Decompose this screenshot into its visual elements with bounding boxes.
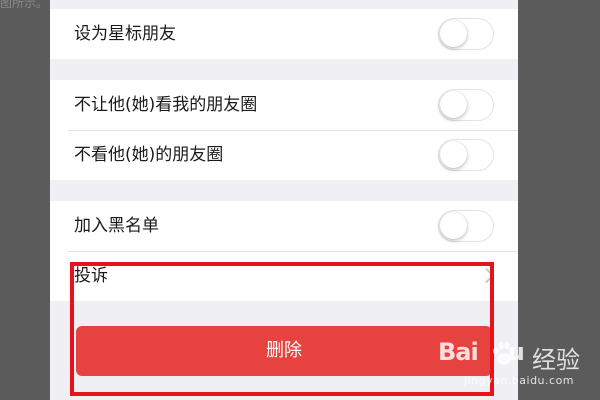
star-friend-toggle[interactable] bbox=[438, 18, 494, 50]
settings-row-hide-their-moments[interactable]: 不看他(她)的朋友圈 bbox=[50, 130, 518, 180]
baidu-jingyan-watermark: Bai u 经验 jingyan.baidu.com bbox=[438, 334, 594, 388]
paw-icon bbox=[493, 342, 515, 365]
blacklist-toggle[interactable] bbox=[438, 210, 494, 242]
toggle-knob bbox=[440, 91, 467, 118]
settings-row-complain[interactable]: 投诉 bbox=[50, 251, 518, 301]
watermark-url: jingyan.baidu.com bbox=[464, 374, 575, 387]
settings-row-star-friend[interactable]: 设为星标朋友 bbox=[50, 9, 518, 59]
complain-label: 投诉 bbox=[74, 266, 108, 286]
toggle-knob bbox=[440, 20, 467, 47]
settings-row-hide-my-moments[interactable]: 不让他(她)看我的朋友圈 bbox=[50, 80, 518, 130]
delete-button[interactable]: 删除 bbox=[76, 326, 492, 376]
watermark-title: 经验 bbox=[532, 346, 580, 374]
settings-row-blacklist[interactable]: 加入黑名单 bbox=[50, 201, 518, 251]
hide-my-moments-label: 不让他(她)看我的朋友圈 bbox=[74, 95, 258, 115]
hide-my-moments-toggle[interactable] bbox=[438, 89, 494, 121]
corner-caption-text: 图所示。 bbox=[0, 0, 49, 10]
toggle-knob bbox=[440, 141, 467, 168]
watermark-logo-left: Bai bbox=[438, 338, 479, 366]
blacklist-label: 加入黑名单 bbox=[74, 216, 159, 236]
star-friend-label: 设为星标朋友 bbox=[74, 24, 176, 44]
hide-their-moments-label: 不看他(她)的朋友圈 bbox=[74, 145, 224, 165]
chevron-right-icon bbox=[478, 267, 495, 284]
hide-their-moments-toggle[interactable] bbox=[438, 139, 494, 171]
toggle-knob bbox=[440, 212, 467, 239]
